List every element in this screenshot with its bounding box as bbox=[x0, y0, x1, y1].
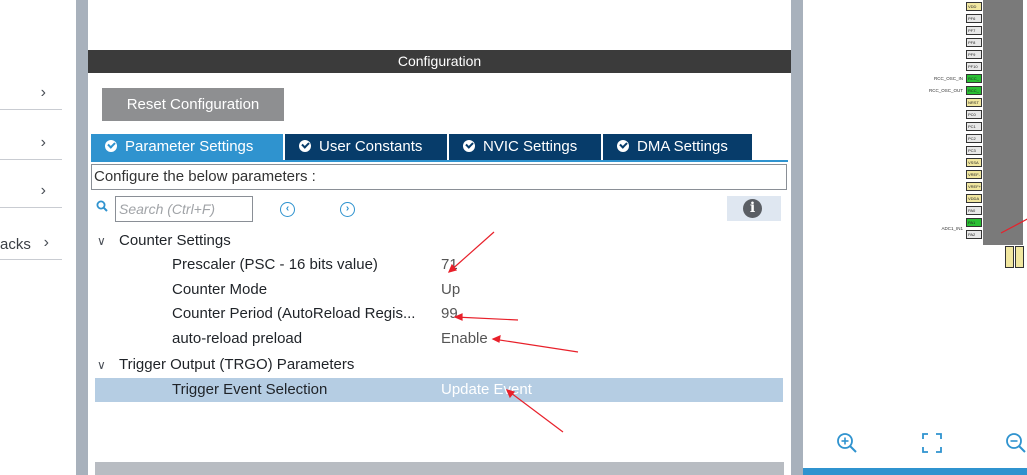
tab-label: DMA Settings bbox=[637, 138, 728, 155]
param-row-trigger-event-selection[interactable]: Trigger Event Selection Update Event bbox=[95, 378, 783, 402]
chip-pin[interactable]: RCC_ bbox=[966, 74, 982, 83]
nav-item-label: acks bbox=[0, 236, 31, 253]
param-name: Counter Mode bbox=[172, 281, 268, 298]
chevron-down-icon[interactable]: ∨ bbox=[97, 353, 106, 377]
chip-pin[interactable]: PC1 bbox=[966, 122, 982, 131]
chip-pin[interactable]: VDD bbox=[966, 2, 982, 11]
chip-pin-bottom[interactable] bbox=[1015, 246, 1024, 268]
group-trigger-output[interactable]: ∨ Trigger Output (TRGO) Parameters bbox=[95, 353, 783, 377]
tab-user-constants[interactable]: User Constants bbox=[283, 134, 447, 160]
pin-label: ADC1_IN1 bbox=[941, 226, 963, 231]
chip-pin[interactable]: PC2 bbox=[966, 134, 982, 143]
info-button[interactable]: i bbox=[727, 196, 781, 221]
pin-label: RCC_OSC_OUT bbox=[928, 88, 963, 93]
param-row-auto-reload-preload[interactable]: auto-reload preload Enable bbox=[95, 327, 783, 351]
tab-nvic-settings[interactable]: NVIC Settings bbox=[447, 134, 601, 160]
zoom-out-icon[interactable] bbox=[1005, 432, 1027, 454]
group-label: Counter Settings bbox=[119, 232, 231, 249]
chip-pin[interactable]: VDDA bbox=[966, 194, 982, 203]
chip-pin[interactable]: RCC_ bbox=[966, 86, 982, 95]
group-counter-settings[interactable]: ∨ Counter Settings bbox=[95, 229, 783, 253]
search-bar: ‹ › i bbox=[92, 196, 789, 222]
param-row-counter-period[interactable]: Counter Period (AutoReload Regis... 99 bbox=[95, 302, 783, 326]
fit-to-screen-icon[interactable] bbox=[921, 432, 943, 454]
tab-parameter-settings[interactable]: Parameter Settings bbox=[91, 134, 283, 160]
check-circle-icon bbox=[105, 140, 117, 152]
previous-match-icon[interactable]: ‹ bbox=[280, 202, 295, 217]
nav-item-callbacks[interactable]: acks › bbox=[0, 234, 62, 260]
zoom-in-icon[interactable] bbox=[836, 432, 858, 454]
search-icon bbox=[96, 200, 108, 212]
status-bar bbox=[803, 468, 1027, 475]
chip-pin[interactable]: PF7 bbox=[966, 26, 982, 35]
next-match-icon[interactable]: › bbox=[340, 202, 355, 217]
chip-pin[interactable]: PF10 bbox=[966, 62, 982, 71]
param-name: Counter Period (AutoReload Regis... bbox=[172, 305, 416, 322]
param-name: Trigger Event Selection bbox=[172, 381, 328, 398]
tab-label: User Constants bbox=[319, 138, 423, 155]
param-value[interactable]: 99 bbox=[441, 302, 458, 326]
check-circle-icon bbox=[463, 140, 475, 152]
tab-label: Parameter Settings bbox=[125, 138, 254, 155]
chip-pin[interactable]: PF6 bbox=[966, 14, 982, 23]
left-nav-panel: › › › acks › bbox=[0, 0, 76, 475]
param-value[interactable]: 71 bbox=[441, 253, 458, 277]
configure-label: Configure the below parameters : bbox=[91, 164, 787, 190]
chip-pin[interactable]: PC0 bbox=[966, 110, 982, 119]
group-label: Trigger Output (TRGO) Parameters bbox=[119, 356, 355, 373]
panel-divider[interactable] bbox=[76, 0, 88, 475]
chip-pin[interactable]: PA2 bbox=[966, 230, 982, 239]
pinout-view: VDD PF6 PF7 PF8 PF9 PF10 RCC_ RCC_ NRST PC0 PC1 PC2… bbox=[803, 0, 1027, 475]
horizontal-scrollbar[interactable] bbox=[95, 462, 784, 475]
configuration-panel: Configuration Reset Configuration Parame… bbox=[88, 0, 791, 475]
chip-pin[interactable]: PC3 bbox=[966, 146, 982, 155]
chevron-right-icon: › bbox=[43, 234, 49, 251]
chip-pin-bottom[interactable] bbox=[1005, 246, 1014, 268]
param-row-counter-mode[interactable]: Counter Mode Up bbox=[95, 278, 783, 302]
nav-item[interactable]: › bbox=[0, 84, 62, 110]
info-icon: i bbox=[743, 199, 762, 218]
check-circle-icon bbox=[299, 140, 311, 152]
panel-divider[interactable] bbox=[791, 0, 803, 475]
chip-pin[interactable]: PF9 bbox=[966, 50, 982, 59]
param-value[interactable]: Up bbox=[441, 278, 460, 302]
param-value[interactable]: Enable bbox=[441, 327, 488, 351]
chip-pin[interactable]: VREF- bbox=[966, 170, 982, 179]
param-name: auto-reload preload bbox=[172, 330, 303, 347]
nav-item[interactable]: › bbox=[0, 182, 62, 208]
param-row-prescaler[interactable]: Prescaler (PSC - 16 bits value) 71 bbox=[95, 253, 783, 277]
tab-label: NVIC Settings bbox=[483, 138, 578, 155]
check-circle-icon bbox=[617, 140, 629, 152]
chip-pin[interactable]: VSSA bbox=[966, 158, 982, 167]
reset-configuration-button[interactable]: Reset Configuration bbox=[102, 88, 284, 121]
chip-pin[interactable]: VREF+ bbox=[966, 182, 982, 191]
param-name: Prescaler (PSC - 16 bits value) bbox=[172, 256, 378, 273]
chip-pin[interactable]: PA1 bbox=[966, 218, 982, 227]
chip-pin[interactable]: PF8 bbox=[966, 38, 982, 47]
tab-dma-settings[interactable]: DMA Settings bbox=[601, 134, 752, 160]
search-input[interactable] bbox=[115, 196, 253, 222]
param-value[interactable]: Update Event bbox=[441, 378, 532, 402]
pin-label: RCC_OSC_IN bbox=[933, 76, 963, 81]
chevron-down-icon[interactable]: ∨ bbox=[97, 229, 106, 253]
nav-item[interactable]: › bbox=[0, 134, 62, 160]
chip-pin[interactable]: NRST bbox=[966, 98, 982, 107]
chevron-right-icon: › bbox=[40, 182, 46, 199]
configuration-header: Configuration bbox=[88, 50, 791, 73]
chip-body bbox=[983, 0, 1023, 245]
chevron-right-icon: › bbox=[40, 84, 46, 101]
chevron-right-icon: › bbox=[40, 134, 46, 151]
chip-pin[interactable]: PA0 bbox=[966, 206, 982, 215]
